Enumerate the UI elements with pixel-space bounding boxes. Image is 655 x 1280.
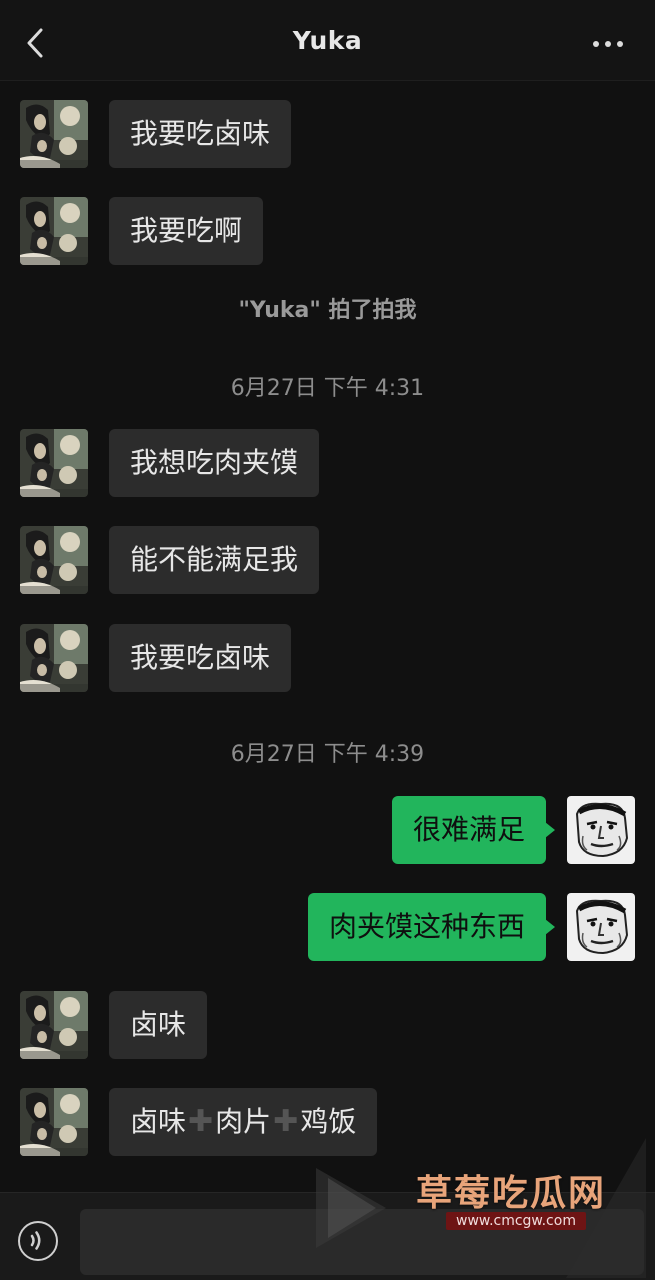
- message-row: 很难满足: [0, 796, 655, 864]
- message-input[interactable]: [80, 1209, 644, 1275]
- chat-header: Yuka: [0, 0, 655, 81]
- message-bubble[interactable]: 能不能满足我: [109, 526, 320, 594]
- message-row: 我要吃啊: [0, 197, 655, 265]
- more-button[interactable]: [591, 30, 625, 58]
- chat-title: Yuka: [292, 26, 363, 55]
- avatar[interactable]: [20, 197, 88, 265]
- message-bubble[interactable]: 我要吃卤味: [109, 100, 292, 168]
- avatar[interactable]: [20, 991, 88, 1059]
- plus-icon: ✚: [273, 1104, 299, 1139]
- message-row: 卤味✚肉片✚鸡饭: [0, 1088, 655, 1156]
- avatar[interactable]: [20, 429, 88, 497]
- message-bubble[interactable]: 我要吃卤味: [109, 624, 292, 692]
- system-message: "Yuka" 拍了拍我: [238, 298, 417, 323]
- message-row: 肉夹馍这种东西: [0, 893, 655, 961]
- message-row: 我要吃卤味: [0, 624, 655, 692]
- message-row: 我要吃卤味: [0, 100, 655, 168]
- message-bubble[interactable]: 很难满足: [391, 796, 556, 864]
- input-bar: [0, 1192, 655, 1280]
- timestamp: 6月27日 下午 4:39: [230, 742, 425, 767]
- voice-icon: [30, 1231, 41, 1250]
- message-bubble[interactable]: 肉夹馍这种东西: [307, 893, 556, 961]
- avatar[interactable]: [567, 893, 635, 961]
- message-part: 卤味: [130, 1105, 187, 1138]
- avatar[interactable]: [567, 796, 635, 864]
- more-icon: [593, 41, 599, 47]
- message-bubble[interactable]: 我想吃肉夹馍: [109, 429, 320, 497]
- message-row: 我想吃肉夹馍: [0, 429, 655, 497]
- message-row: 卤味: [0, 991, 655, 1059]
- avatar[interactable]: [20, 624, 88, 692]
- message-bubble[interactable]: 我要吃啊: [109, 197, 264, 265]
- message-bubble[interactable]: 卤味✚肉片✚鸡饭: [109, 1088, 378, 1156]
- message-part: 肉片: [215, 1105, 272, 1138]
- plus-icon: ✚: [188, 1104, 214, 1139]
- message-row: 能不能满足我: [0, 526, 655, 594]
- avatar[interactable]: [20, 100, 88, 168]
- timestamp: 6月27日 下午 4:31: [230, 376, 425, 401]
- avatar[interactable]: [20, 1088, 88, 1156]
- message-bubble[interactable]: 卤味: [109, 991, 208, 1059]
- voice-button[interactable]: [18, 1221, 58, 1261]
- message-part: 鸡饭: [300, 1105, 357, 1138]
- chat-screen: Yuka 我要吃卤味 我要吃啊 "Yuka" 拍了拍我 6月27日 下午 4:3…: [0, 0, 655, 1280]
- avatar[interactable]: [20, 526, 88, 594]
